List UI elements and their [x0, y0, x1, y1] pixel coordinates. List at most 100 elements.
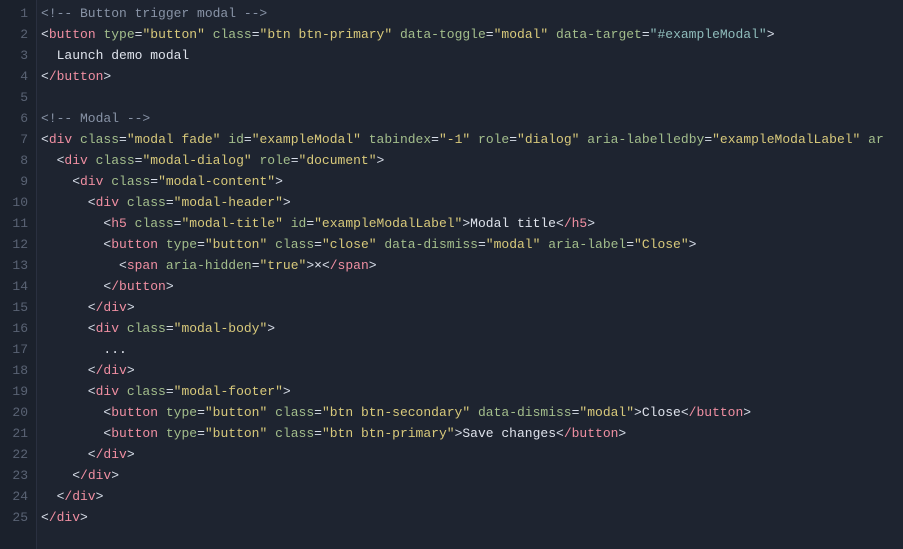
token-tag: button	[111, 237, 158, 252]
token-str: "modal"	[486, 237, 541, 252]
token-txt: ×	[314, 258, 322, 273]
token-p	[283, 216, 291, 231]
token-attr: aria-hidden	[166, 258, 252, 273]
token-tag: /span	[330, 258, 369, 273]
token-p: <	[41, 363, 96, 378]
token-p: =	[166, 384, 174, 399]
line-number: 19	[4, 381, 28, 402]
token-p: >	[634, 405, 642, 420]
code-line: <div class="modal fade" id="exampleModal…	[41, 129, 903, 150]
token-p: >	[587, 216, 595, 231]
token-p	[392, 27, 400, 42]
token-str: "Close"	[634, 237, 689, 252]
token-p: =	[166, 195, 174, 210]
token-tag: span	[127, 258, 158, 273]
token-p: <	[41, 258, 127, 273]
token-p: >	[166, 279, 174, 294]
token-tag: /button	[111, 279, 166, 294]
token-p: <	[681, 405, 689, 420]
line-number: 21	[4, 423, 28, 444]
token-p: <	[322, 258, 330, 273]
token-tag: button	[111, 405, 158, 420]
token-str: "modal fade"	[127, 132, 221, 147]
code-line: <span aria-hidden="true">×</span>	[41, 255, 903, 276]
code-editor: 1234567891011121314151617181920212223242…	[0, 0, 903, 549]
token-attr: class	[213, 27, 252, 42]
line-number: 8	[4, 150, 28, 171]
token-txt: Launch demo modal	[41, 48, 189, 63]
code-line: <button type="button" class="btn btn-sec…	[41, 402, 903, 423]
code-line: </div>	[41, 360, 903, 381]
code-line: Launch demo modal	[41, 45, 903, 66]
line-number: 7	[4, 129, 28, 150]
token-p: <	[41, 69, 49, 84]
token-tag: /button	[564, 426, 619, 441]
token-attr: class	[127, 195, 166, 210]
line-number: 16	[4, 318, 28, 339]
line-number: 9	[4, 171, 28, 192]
code-line: </div>	[41, 297, 903, 318]
token-attr: class	[127, 384, 166, 399]
token-p: <	[41, 489, 64, 504]
token-tag: /div	[96, 447, 127, 462]
token-attr: type	[103, 27, 134, 42]
token-txt: Save changes	[462, 426, 556, 441]
token-p: <	[41, 300, 96, 315]
token-p: <	[41, 279, 111, 294]
token-p: <	[41, 27, 49, 42]
token-attr: id	[228, 132, 244, 147]
token-attr: class	[127, 321, 166, 336]
token-p: =	[252, 27, 260, 42]
code-content[interactable]: <!-- Button trigger modal --><button typ…	[36, 0, 903, 549]
code-line: <h5 class="modal-title" id="exampleModal…	[41, 213, 903, 234]
token-attr: data-dismiss	[384, 237, 478, 252]
token-attr: ar	[868, 132, 884, 147]
line-number: 11	[4, 213, 28, 234]
code-line: <div class="modal-header">	[41, 192, 903, 213]
token-attr: class	[111, 174, 150, 189]
token-p: >	[618, 426, 626, 441]
token-p: <	[41, 447, 96, 462]
token-p	[119, 384, 127, 399]
token-p: =	[166, 321, 174, 336]
token-p: >	[80, 510, 88, 525]
token-p: >	[369, 258, 377, 273]
code-line: <div class="modal-footer">	[41, 381, 903, 402]
code-line: ...	[41, 339, 903, 360]
token-str: "btn btn-secondary"	[322, 405, 470, 420]
token-p	[127, 216, 135, 231]
token-p: <	[41, 384, 96, 399]
token-tag: h5	[111, 216, 127, 231]
token-attr: role	[259, 153, 290, 168]
code-line: </div>	[41, 465, 903, 486]
token-p	[267, 426, 275, 441]
line-number: 23	[4, 465, 28, 486]
token-p: =	[704, 132, 712, 147]
token-p: <	[41, 195, 96, 210]
token-p: =	[314, 426, 322, 441]
token-p: <	[41, 237, 111, 252]
token-p: >	[689, 237, 697, 252]
token-p: =	[197, 405, 205, 420]
token-p	[158, 258, 166, 273]
line-number: 5	[4, 87, 28, 108]
token-attr: class	[275, 405, 314, 420]
token-p	[267, 405, 275, 420]
token-p: >	[275, 174, 283, 189]
token-tag: /div	[80, 468, 111, 483]
code-line: <!-- Button trigger modal -->	[41, 3, 903, 24]
token-strg: "#exampleModal"	[650, 27, 767, 42]
token-tag: div	[49, 132, 72, 147]
token-str: "modal-footer"	[174, 384, 283, 399]
token-attr: data-dismiss	[478, 405, 572, 420]
token-p: >	[306, 258, 314, 273]
code-line: </button>	[41, 66, 903, 87]
code-line: </div>	[41, 444, 903, 465]
line-number: 15	[4, 297, 28, 318]
token-cmt: <!-- Modal -->	[41, 111, 150, 126]
token-str: "button"	[142, 27, 204, 42]
token-tag: div	[96, 195, 119, 210]
code-line: <div class="modal-dialog" role="document…	[41, 150, 903, 171]
code-line	[41, 87, 903, 108]
token-txt: ...	[41, 342, 127, 357]
